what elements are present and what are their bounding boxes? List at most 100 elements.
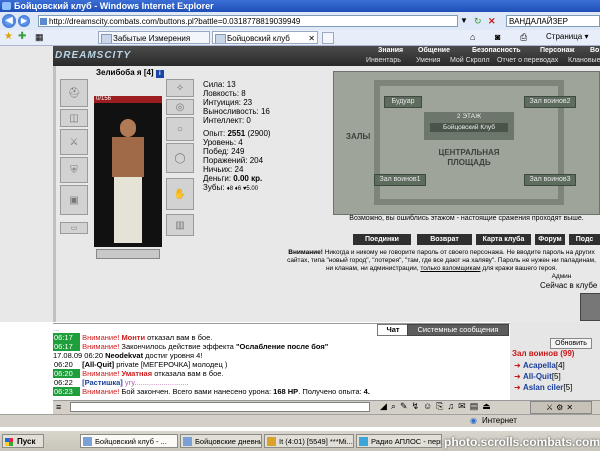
add-favorite-icon[interactable]: ✚	[18, 32, 28, 42]
menu-moy-skroll[interactable]: Мой Скролл	[450, 56, 490, 65]
money-label: Деньги:	[203, 174, 232, 183]
map-hall-2-button[interactable]: Зал воинов2	[524, 96, 576, 108]
info-icon[interactable]: i	[155, 70, 164, 78]
user-name: All-Quit	[522, 372, 552, 381]
menu-vo[interactable]: Во	[590, 47, 599, 55]
chat-line: 06:20 [All-Quit] private [МЕГЕРОЧКА] мол…	[53, 360, 227, 369]
duels-button[interactable]: Поединки	[353, 234, 411, 245]
rings-slot-icon[interactable]: ○	[166, 117, 194, 141]
taskbar-item[interactable]: Радио АПЛОС - перва...	[356, 434, 442, 448]
menu-obshchenie[interactable]: Общение	[418, 47, 450, 55]
shield-right-slot-icon[interactable]: ◯	[166, 143, 194, 173]
home-icon[interactable]: ⌂	[470, 32, 475, 42]
chat-line: 06:17 Внимание! Закончилось действие эфф…	[53, 342, 328, 351]
stat-endurance: Выносливость: 16	[203, 107, 270, 116]
map-buduar-button[interactable]: Будуар	[384, 96, 422, 108]
small-slots-row[interactable]	[96, 249, 160, 259]
hp-bar: 0/156	[94, 96, 162, 103]
refresh-button[interactable]: Обновить	[550, 338, 592, 349]
chat-tab[interactable]: Чат	[377, 324, 409, 336]
search-value: ВАНДАЛАЙЗЕР	[509, 17, 568, 26]
chat-user[interactable]: [All-Quit]	[82, 360, 114, 369]
return-button[interactable]: Возврат	[417, 234, 472, 245]
map-club-button[interactable]: Бойцовский Клуб	[430, 123, 508, 132]
media-icon	[267, 437, 276, 446]
menu-znaniya[interactable]: Знания	[378, 47, 403, 55]
forward-button[interactable]: ▶	[18, 15, 30, 27]
chat-text: Закончилось действие эффекта	[119, 342, 236, 351]
chat-toolbar-icons[interactable]: ◢⌕✎↯☺⎘♫✉▤⏏	[380, 401, 495, 412]
earrings-slot-icon[interactable]: ✧	[166, 79, 194, 97]
warning-link[interactable]: только взломщикам	[420, 265, 480, 272]
menu-klanovye[interactable]: Клановые	[568, 56, 600, 65]
warning-line-2: сайтах, типа "новый город", "лотерея", "…	[287, 257, 596, 264]
more-button[interactable]: Подс	[569, 234, 600, 245]
taskbar-item[interactable]: Бойцовский клуб - ...	[80, 434, 178, 448]
chat-line-partial: ...	[53, 324, 60, 333]
tab-boytsovsky-klub[interactable]: Бойцовский клуб ✕	[212, 31, 318, 44]
weapon-slot-icon[interactable]: ⚔	[60, 129, 88, 155]
tab-label: Забытые Измерения	[113, 34, 191, 43]
teeth-value: ♦8 ♦6 ♥5.00	[226, 186, 259, 192]
start-button[interactable]: Пуск	[2, 434, 44, 448]
chat-text: private [МЕГЕРОЧКА] молодец )	[114, 360, 228, 369]
chat-user[interactable]: [Растишка]	[82, 378, 123, 387]
chat-user[interactable]: Уматная	[121, 369, 152, 378]
menu-inventar[interactable]: Инвентарь	[366, 56, 401, 65]
character-avatar[interactable]	[94, 97, 162, 247]
feeds-icon[interactable]: ◙	[495, 32, 500, 42]
print-icon[interactable]: ⎙	[520, 32, 527, 43]
arrow-icon: ➜	[514, 383, 521, 392]
chat-time: 06:23	[53, 387, 80, 396]
refresh-icon[interactable]: ↻	[474, 15, 484, 27]
new-tab-button[interactable]	[322, 32, 334, 44]
search-input[interactable]: ВАНДАЛАЙЗЕР	[506, 15, 600, 27]
menu-bezopasnost[interactable]: Безопасность	[472, 47, 521, 55]
menu-personazh[interactable]: Персонаж	[540, 47, 574, 55]
chat-alert: Внимание!	[82, 333, 120, 342]
amulet-slot-icon[interactable]: ◎	[166, 99, 194, 115]
belt-slot-icon[interactable]: ▭	[60, 222, 88, 234]
chat-user[interactable]: Монти	[121, 333, 145, 342]
chat-user[interactable]: Neodekvat	[105, 351, 143, 360]
map-hall-3-button[interactable]: Зал воинов3	[524, 174, 576, 186]
close-tab-icon[interactable]: ✕	[308, 32, 315, 43]
gloves-slot-icon[interactable]: ✋	[166, 178, 194, 210]
warning-line-1: Никогда и никому не говорите пароль от с…	[322, 249, 595, 256]
system-messages-tab[interactable]: Системные сообщения	[407, 324, 509, 336]
ie-icon	[83, 437, 92, 446]
tab-zabytye-izmereniya[interactable]: Забытые Измерения	[98, 31, 210, 44]
address-dropdown-icon[interactable]: ▼	[460, 15, 470, 27]
chat-input[interactable]	[70, 402, 370, 412]
helmet-slot-icon[interactable]: ⛑	[60, 79, 88, 107]
taskbar-item[interactable]: Бойцовские дневники...	[180, 434, 262, 448]
tab-row: ★ ✚ ▦ Забытые Измерения Бойцовский клуб …	[0, 30, 600, 46]
user-list-item[interactable]: ➜ All-Quit[5]	[514, 372, 561, 381]
chat-line: 06:17 Внимание! Монти отказал вам в бое.	[53, 333, 212, 342]
menu-umeniya[interactable]: Умения	[416, 56, 440, 65]
back-button[interactable]: ◀	[2, 14, 16, 28]
club-map-button[interactable]: Карта клуба	[476, 234, 531, 245]
user-list-item[interactable]: ➜ Acapella[4]	[514, 361, 565, 370]
exit-buttons[interactable]: ⚔⚙✕	[530, 401, 592, 414]
tab-grid-icon[interactable]: ▦	[35, 32, 45, 42]
bracer-slot-icon[interactable]: ◫	[60, 109, 88, 127]
url-field[interactable]: http://dreamscity.combats.com/buttons.pl…	[38, 15, 458, 27]
armor-slot-icon[interactable]: ▣	[60, 185, 88, 215]
chat-menu-icon[interactable]: ≡	[56, 402, 61, 412]
chat-text: . Получено опыта:	[298, 387, 364, 396]
shield-left-slot-icon[interactable]: ⛨	[60, 157, 88, 183]
ie-icon	[2, 2, 11, 10]
user-list-item[interactable]: ➜ Aslan ciler[5]	[514, 383, 572, 392]
map-floor-label: 2 ЭТАЖ	[456, 113, 482, 120]
map-halls-label: ЗАЛЫ	[346, 132, 371, 141]
favorites-star-icon[interactable]: ★	[4, 32, 14, 42]
map-hall-1-button[interactable]: Зал воинов1	[374, 174, 426, 186]
menu-otchet[interactable]: Отчет о переводах	[497, 56, 558, 65]
stop-icon[interactable]: ✕	[488, 15, 498, 27]
page-menu[interactable]: Страница ▾	[546, 32, 589, 41]
forum-button[interactable]: Форум	[535, 234, 565, 245]
boots-slot-icon[interactable]: ▥	[166, 214, 194, 236]
online-count: Сейчас в клубе 3	[540, 281, 600, 290]
taskbar-item[interactable]: It (4:01) [5549] ***Mi...	[264, 434, 354, 448]
